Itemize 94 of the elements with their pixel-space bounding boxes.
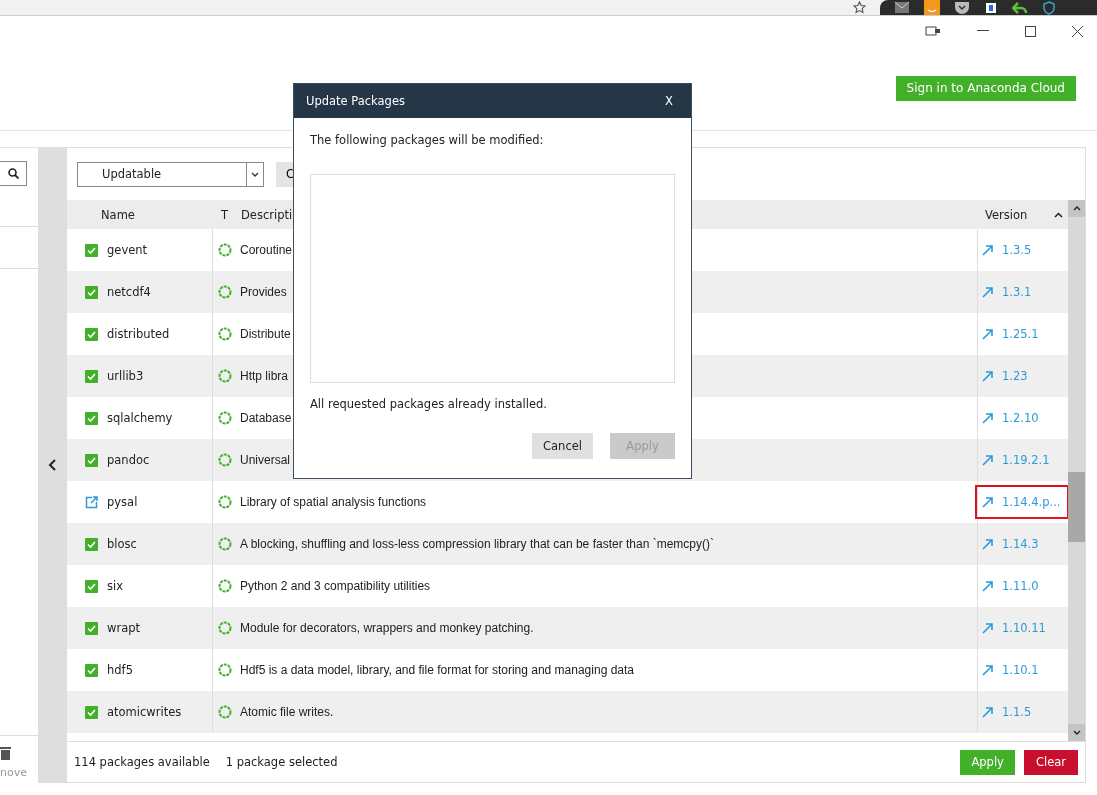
package-description: Universal (240, 453, 290, 467)
upgrade-arrow-icon (982, 622, 993, 634)
status-ring-icon (218, 579, 232, 593)
package-description: Module for decorators, wrappers and monkey patching. (240, 621, 534, 635)
star-icon[interactable] (853, 1, 866, 14)
status-ring-icon (218, 327, 232, 341)
status-ring-icon (218, 621, 232, 635)
column-header[interactable]: Descripti (241, 207, 293, 222)
status-ring-icon (218, 243, 232, 257)
search-button[interactable] (0, 161, 27, 186)
status-ring-icon (218, 495, 232, 509)
checkbox[interactable] (85, 537, 98, 551)
filter-dropdown[interactable]: Updatable (77, 161, 264, 187)
package-description: Atomic file writes. (240, 705, 334, 719)
version-link[interactable]: 1.19.2.1 (975, 443, 1058, 477)
package-description: Database (240, 411, 292, 425)
version-link[interactable]: 1.11.0 (975, 569, 1047, 603)
upgrade-arrow-icon (982, 328, 993, 340)
column-header[interactable]: Name (101, 207, 135, 222)
column-header[interactable]: Version (985, 207, 1028, 222)
checkbox[interactable] (85, 327, 98, 341)
checkbox[interactable] (85, 663, 98, 677)
upgrade-arrow-icon (982, 244, 993, 256)
packages-count: 114 packages available (74, 755, 210, 769)
package-name: atomicwrites (98, 691, 213, 733)
status-ring-icon (218, 663, 232, 677)
upgrade-arrow-icon (982, 286, 993, 298)
version-link[interactable]: 1.10.11 (975, 611, 1054, 645)
package-description: Hdf5 is a data model, library, and file format for storing and managing data (240, 663, 634, 677)
trash-icon (0, 746, 11, 760)
scroll-thumb[interactable] (1068, 472, 1085, 542)
upgrade-arrow-icon (982, 538, 993, 550)
status-ring-icon (218, 369, 232, 383)
column-header[interactable]: T (221, 207, 229, 222)
close-icon[interactable] (1072, 25, 1083, 37)
cancel-button[interactable]: Cancel (532, 433, 593, 459)
mark-for-update-icon[interactable] (85, 495, 98, 509)
mail-icon[interactable] (894, 1, 910, 14)
version-link[interactable]: 1.25.1 (975, 317, 1047, 351)
package-description: Coroutine (240, 243, 293, 257)
package-description: Http libra (240, 369, 289, 383)
sign-in-button[interactable]: Sign in to Anaconda Cloud (895, 75, 1076, 101)
checkbox[interactable] (85, 453, 98, 467)
checkbox[interactable] (85, 369, 98, 383)
clear-button[interactable]: Clear (1023, 749, 1078, 775)
version-link[interactable]: 1.1.5 (975, 695, 1040, 729)
scroll-up-icon[interactable] (1072, 206, 1081, 211)
status-ring-icon (218, 453, 232, 467)
package-description: Provides (240, 285, 287, 299)
dialog-message: The following packages will be modified: (310, 133, 545, 147)
status-ring-icon (218, 285, 232, 299)
version-link[interactable]: 1.3.5 (975, 233, 1040, 267)
scrollbar[interactable] (1068, 200, 1085, 741)
package-description: Library of spatial analysis functions (240, 495, 427, 509)
scroll-down-icon[interactable] (1072, 730, 1081, 735)
upgrade-arrow-icon (982, 412, 993, 424)
status-ring-icon (218, 411, 232, 425)
upgrade-arrow-icon (982, 664, 993, 676)
status-message: All requested packages already installed. (310, 397, 548, 411)
checkbox[interactable] (85, 243, 98, 257)
version-link[interactable]: 1.2.10 (975, 401, 1047, 435)
checkbox[interactable] (85, 411, 98, 425)
apply-button[interactable]: Apply (960, 749, 1015, 775)
minimize-icon[interactable] (977, 30, 989, 32)
shield-icon[interactable] (1042, 0, 1056, 15)
puzzle-icon[interactable] (984, 0, 998, 15)
package-description: A blocking, shuffling and loss-less compression library that can be faster than `memcpy()` (240, 537, 714, 551)
tablet-mode-icon[interactable] (925, 26, 941, 36)
highlighted-version[interactable]: 1.14.4.p... (975, 485, 1069, 519)
package-description: Distribute (240, 327, 291, 341)
selection-count: 1 package selected (225, 755, 338, 769)
version-link[interactable]: 1.3.1 (975, 275, 1040, 309)
caret-icon (251, 171, 259, 177)
checkbox[interactable] (85, 705, 98, 719)
close-button[interactable]: X (659, 94, 679, 108)
upgrade-arrow-icon (982, 454, 993, 466)
pocket-icon[interactable] (954, 1, 970, 14)
upgrade-arrow-icon (982, 580, 993, 592)
maximize-icon[interactable] (1025, 25, 1036, 37)
checkbox[interactable] (85, 285, 98, 299)
status-ring-icon (218, 705, 232, 719)
status-ring-icon (218, 537, 232, 551)
search-icon (7, 168, 19, 179)
checkbox[interactable] (85, 579, 98, 593)
version-link[interactable]: 1.23 (975, 359, 1036, 393)
upgrade-arrow-icon (982, 370, 993, 382)
dialog-title: Update Packages (306, 94, 405, 108)
back-arrow-icon[interactable] (1012, 0, 1028, 15)
version-link[interactable]: 1.14.3 (975, 527, 1047, 561)
package-description: Python 2 and 3 compatibility utilities (240, 579, 431, 593)
checkbox[interactable] (85, 621, 98, 635)
upgrade-arrow-icon (982, 706, 993, 718)
version-link[interactable]: 1.10.1 (975, 653, 1047, 687)
upgrade-arrow-icon (982, 496, 993, 508)
